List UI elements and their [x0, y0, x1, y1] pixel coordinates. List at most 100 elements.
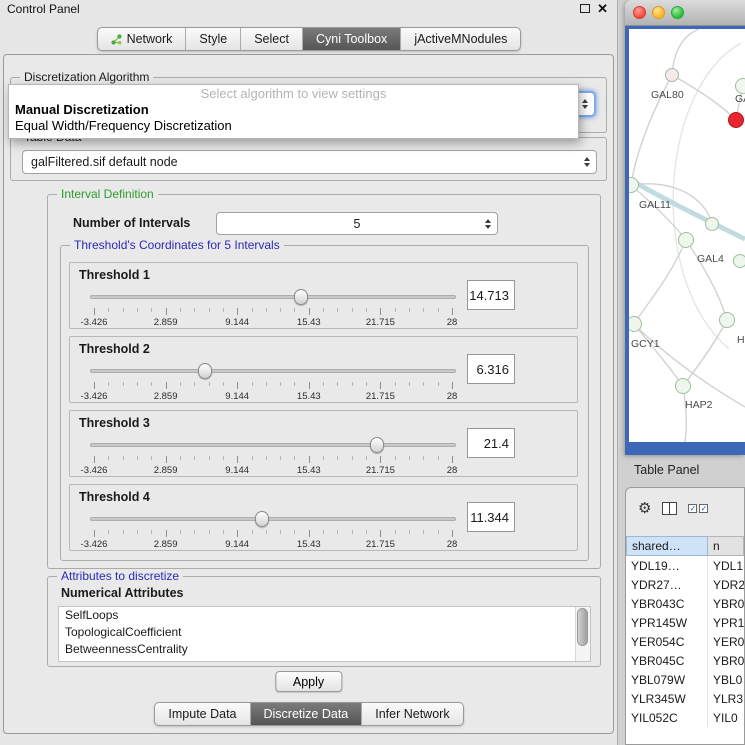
threshold-value-field[interactable]: 6.316 [467, 354, 515, 384]
scrollbar-thumb[interactable] [577, 608, 588, 646]
network-node-gal4[interactable] [678, 232, 694, 248]
threshold-value-field[interactable]: 14.713 [467, 280, 515, 310]
algorithm-option-manual-discretization[interactable]: Manual Discretization [9, 102, 578, 118]
slider-thumb[interactable] [255, 511, 269, 527]
bottom-tab-label: Infer Network [375, 707, 449, 721]
network-canvas[interactable]: GAL80GAGAL11GAL4GCY1HHAP2 [629, 29, 745, 442]
slider-track[interactable] [90, 517, 456, 521]
slider-tick [452, 530, 453, 537]
close-traffic-light-icon[interactable] [633, 6, 646, 19]
dropdown-placeholder-option[interactable]: Select algorithm to view settings [9, 85, 578, 102]
slider-tick [223, 308, 224, 312]
attribute-list-item[interactable]: BetweennessCentrality [59, 641, 590, 658]
table-row[interactable]: YDR27…YDR2 [626, 575, 744, 594]
table-data-select[interactable]: galFiltered.sif default node [22, 150, 597, 174]
slider-tick [123, 456, 124, 460]
threshold-slider[interactable]: -3.4262.8599.14415.4321.71528 [87, 510, 459, 550]
slider-tick [108, 456, 109, 460]
bottom-tab-bar: Impute Data Discretize Data Infer Network [0, 702, 618, 726]
network-node-gal80[interactable] [665, 68, 679, 82]
slider-scale-label: 21.715 [366, 539, 395, 550]
column-header-shared-name[interactable]: shared… [626, 536, 708, 556]
table-row[interactable]: YIL052CYIL0 [626, 708, 744, 727]
slider-scale-label: 15.43 [297, 317, 321, 328]
columns-icon[interactable] [662, 502, 677, 515]
slider-strip: -3.4262.8599.14415.4321.71528 [94, 362, 452, 402]
tab-select[interactable]: Select [240, 28, 302, 50]
network-node[interactable] [705, 217, 719, 231]
slider-thumb[interactable] [198, 363, 212, 379]
slider-tick [237, 308, 238, 315]
tab-jactivemnodules[interactable]: jActiveMNodules [400, 28, 520, 50]
tab-cyni-toolbox[interactable]: Cyni Toolbox [302, 28, 400, 50]
slider-tick [151, 456, 152, 460]
float-window-icon[interactable] [580, 4, 590, 13]
network-node-ga[interactable] [735, 78, 745, 94]
tab-network[interactable]: Network [98, 28, 186, 50]
threshold-slider[interactable]: -3.4262.8599.14415.4321.71528 [87, 362, 459, 402]
control-panel-titlebar: Control Panel ✕ [0, 0, 617, 18]
table-row[interactable]: YBR043CYBR0 [626, 594, 744, 613]
close-icon[interactable]: ✕ [597, 1, 608, 17]
select-columns-icon[interactable]: ✓ ✓ [688, 504, 708, 513]
slider-tick [380, 308, 381, 315]
slider-tick [194, 382, 195, 386]
threshold-value-field[interactable]: 11.344 [467, 502, 515, 532]
network-node[interactable] [728, 112, 744, 128]
threshold-slider[interactable]: -3.4262.8599.14415.4321.71528 [87, 436, 459, 476]
slider-track[interactable] [90, 369, 456, 373]
attribute-items: SelfLoopsTopologicalCoefficientBetweenne… [59, 607, 590, 658]
threshold-label: Threshold 4 [79, 490, 150, 504]
slider-thumb[interactable] [370, 437, 384, 453]
bottom-tab-discretize-data[interactable]: Discretize Data [250, 703, 362, 725]
node-label: HAP2 [685, 399, 712, 411]
gear-icon[interactable]: ⚙ [638, 501, 651, 516]
table-cell: YBR045C [626, 651, 708, 670]
slider-scale-label: 21.715 [366, 465, 395, 476]
bottom-tab-infer-network[interactable]: Infer Network [361, 703, 462, 725]
slider-thumb[interactable] [294, 289, 308, 305]
slider-scale-label: 28 [447, 317, 458, 328]
tab-style[interactable]: Style [185, 28, 240, 50]
threshold-slider[interactable]: -3.4262.8599.14415.4321.71528 [87, 288, 459, 328]
numerical-attributes-list[interactable]: SelfLoopsTopologicalCoefficientBetweenne… [58, 606, 591, 662]
slider-tick [151, 382, 152, 386]
table-row[interactable]: YBL079WYBL0 [626, 670, 744, 689]
slider-track[interactable] [90, 295, 456, 299]
slider-tick [151, 530, 152, 534]
column-header-name[interactable]: n [708, 536, 744, 556]
threshold-1-panel: Threshold 1-3.4262.8599.14415.4321.71528… [69, 262, 578, 329]
table-row[interactable]: YBR045CYBR0 [626, 651, 744, 670]
network-node[interactable] [733, 254, 745, 268]
slider-scale-label: 21.715 [366, 317, 395, 328]
algorithm-option-equal-width-frequency-discretization[interactable]: Equal Width/Frequency Discretization [9, 118, 578, 134]
scrollbar[interactable] [575, 607, 590, 661]
network-node-h[interactable] [719, 312, 735, 328]
slider-scale-label: 9.144 [225, 465, 249, 476]
slider-scale-label: 2.859 [154, 465, 178, 476]
attribute-list-item[interactable]: SelfLoops [59, 607, 590, 624]
slider-tick [180, 456, 181, 460]
table-row[interactable]: YLR345WYLR3 [626, 689, 744, 708]
network-view-window: GAL80GAGAL11GAL4GCY1HHAP2 [625, 0, 745, 455]
slider-tick [237, 382, 238, 389]
slider-tick [395, 530, 396, 534]
tab-label: Network [127, 32, 173, 46]
table-toolbar: ⚙ ✓ ✓ [626, 488, 744, 528]
network-node-hap2[interactable] [675, 378, 691, 394]
slider-tick [366, 530, 367, 534]
number-of-intervals-select[interactable]: 5 [216, 212, 498, 235]
bottom-tab-label: Discretize Data [264, 707, 349, 721]
attribute-list-item[interactable]: TopologicalCoefficient [59, 624, 590, 641]
bottom-tab-impute-data[interactable]: Impute Data [155, 703, 249, 725]
zoom-traffic-light-icon[interactable] [671, 6, 684, 19]
threshold-value-field[interactable]: 21.4 [467, 428, 515, 458]
slider-tick [137, 530, 138, 534]
apply-button[interactable]: Apply [275, 671, 342, 692]
table-row[interactable]: YDL19…YDL1 [626, 556, 744, 575]
slider-scale-label: 9.144 [225, 317, 249, 328]
slider-track[interactable] [90, 443, 456, 447]
minimize-traffic-light-icon[interactable] [652, 6, 665, 19]
table-row[interactable]: YER054CYER0 [626, 632, 744, 651]
table-row[interactable]: YPR145WYPR1 [626, 613, 744, 632]
